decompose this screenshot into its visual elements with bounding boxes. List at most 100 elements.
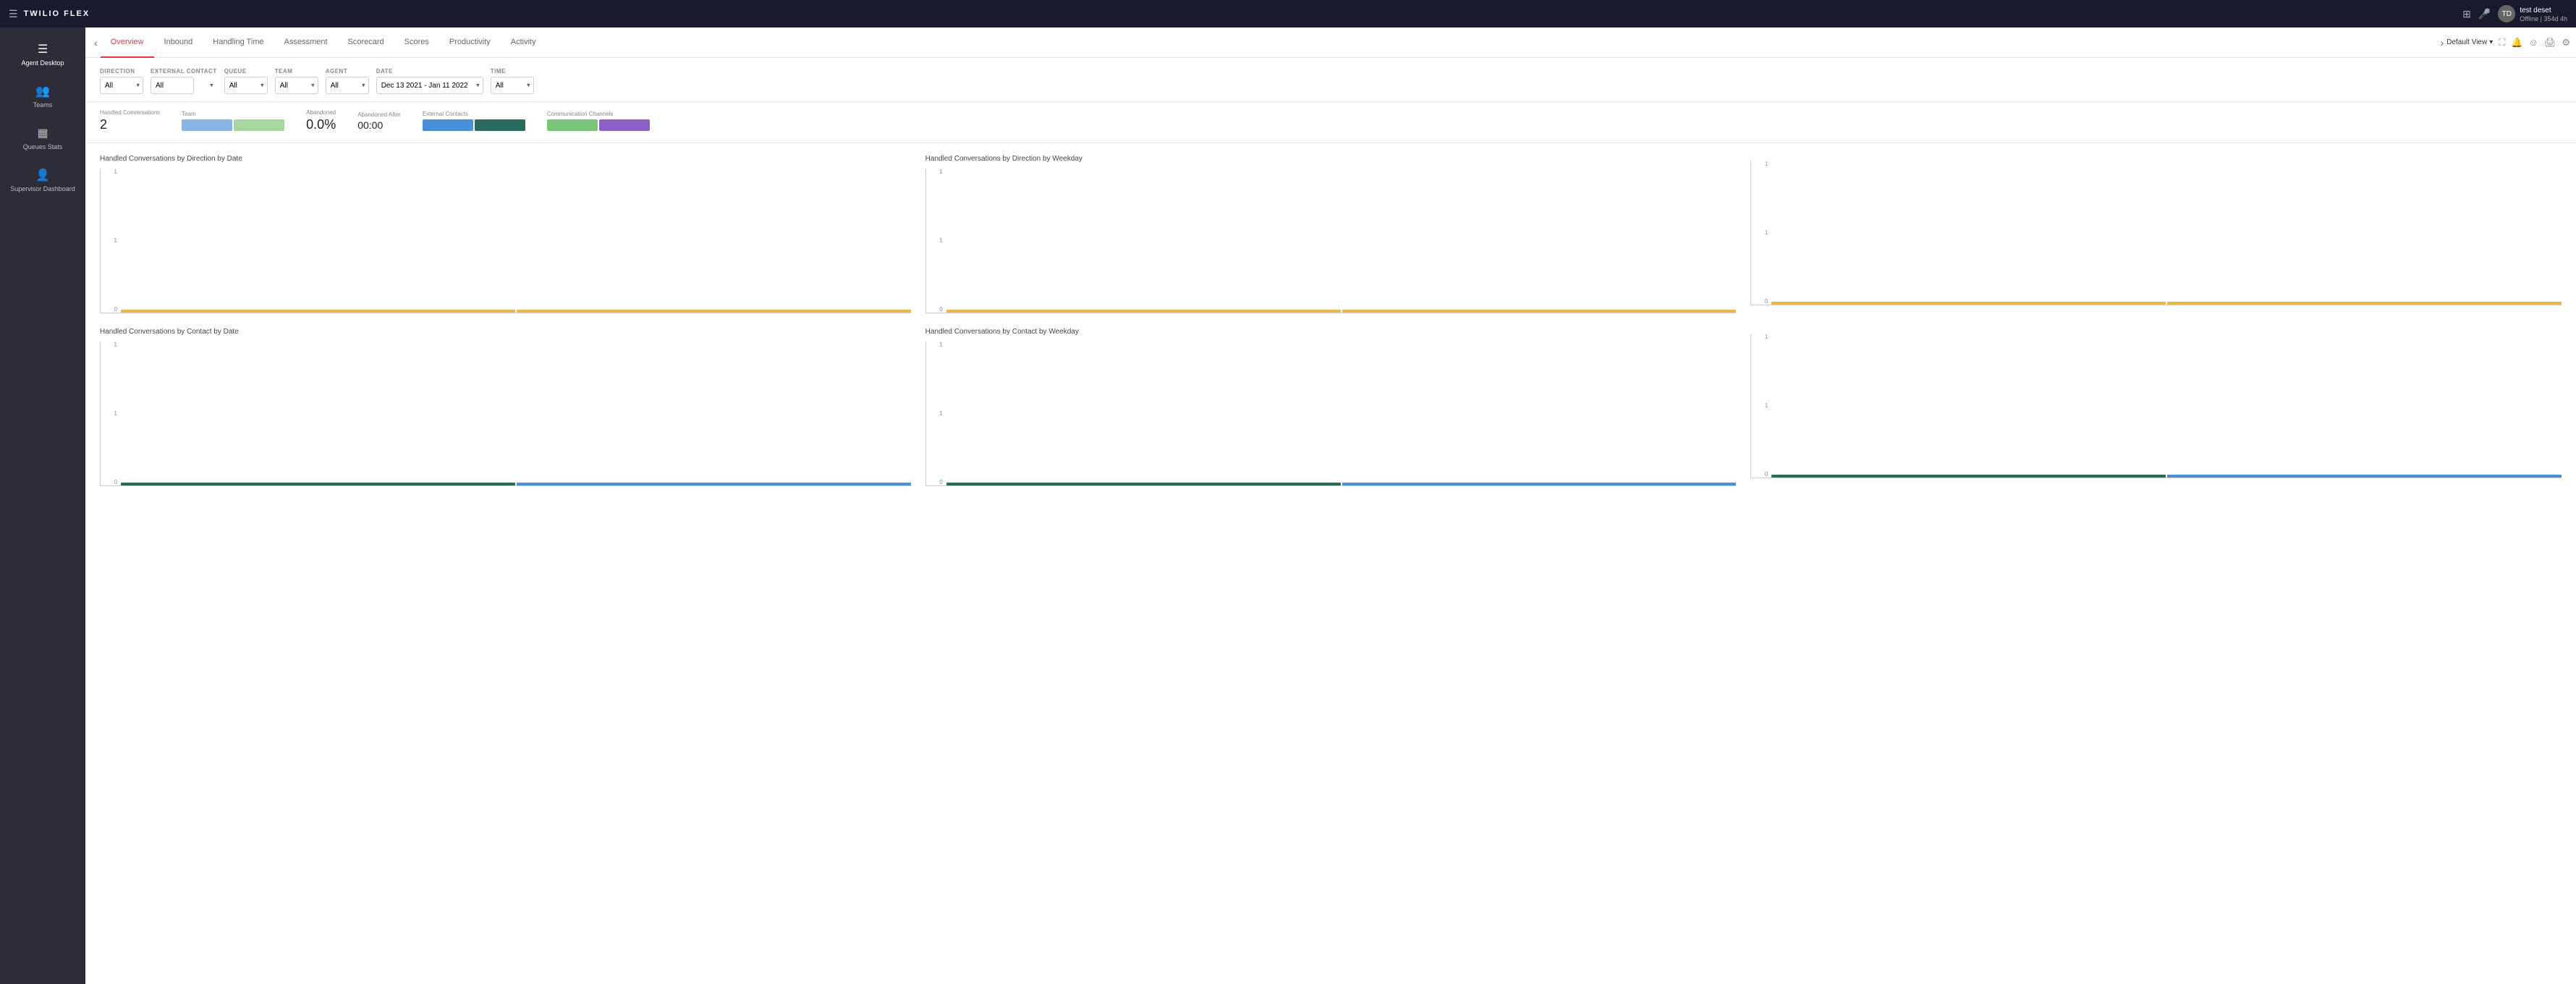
sidebar-label-agent-desktop: Agent Desktop — [21, 59, 64, 67]
sidebar: ☰ Agent Desktop 👥 Teams ▦ Queues Stats 👤… — [0, 27, 85, 984]
bar-yellow-3 — [946, 310, 1341, 313]
sidebar-item-agent-desktop[interactable]: ☰ Agent Desktop — [0, 35, 85, 74]
bar-teal-1 — [121, 483, 515, 485]
agent-select[interactable]: All — [326, 77, 369, 94]
queue-select[interactable]: All — [224, 77, 268, 94]
supervisor-dashboard-icon: 👤 — [35, 168, 50, 182]
external-contact-select[interactable]: All — [151, 77, 194, 94]
chart-y-axis-1: 110 — [101, 169, 119, 313]
user-info: TD test deset Offline | 354d 4h — [2498, 5, 2567, 22]
queue-filter: QUEUE All — [224, 68, 268, 94]
external-contact-label: EXTERNAL CONTACT — [151, 68, 217, 75]
chart-contact-date-title: Handled Conversations by Contact by Date — [100, 328, 911, 336]
settings-icon[interactable]: ⚙ — [2562, 37, 2570, 48]
chart-y-axis-3: 110 — [1751, 161, 1770, 305]
chart-contact-weekday-2: 110 — [1750, 328, 2562, 486]
bar-blue-2 — [1342, 483, 1737, 485]
team-legend-label: Team — [182, 111, 284, 117]
team-legend: Team — [182, 111, 284, 131]
time-filter: TIME All — [491, 68, 534, 94]
external-contact-filter: EXTERNAL CONTACT All — [151, 68, 217, 94]
chart-direction-weekday-inner: 110 — [925, 169, 1737, 313]
communication-channels-bar-2 — [599, 119, 650, 131]
chart-direction-weekday-2: 110 — [1750, 155, 2562, 313]
bell-icon[interactable]: 🔔 — [2511, 37, 2522, 48]
date-select[interactable]: Dec 13 2021 - Jan 11 2022 — [376, 77, 483, 94]
communication-channels-bar-1 — [547, 119, 598, 131]
tabs: Overview Inbound Handling Time Assessmen… — [101, 27, 2438, 58]
print-icon[interactable]: 🖨 — [2544, 37, 2556, 48]
chart-direction-date-title: Handled Conversations by Direction by Da… — [100, 155, 911, 163]
bar-yellow-5 — [1771, 302, 2166, 305]
chart-direction-date-inner: 110 — [100, 169, 911, 313]
communication-channels-legend-label: Communication Channels — [547, 111, 650, 117]
bar-blue-1 — [517, 483, 911, 485]
sidebar-item-teams[interactable]: 👥 Teams — [0, 77, 85, 116]
sidebar-item-supervisor-dashboard[interactable]: 👤 Supervisor Dashboard — [0, 161, 85, 200]
tab-activity[interactable]: Activity — [501, 27, 546, 58]
smiley-icon[interactable]: ☺ — [2529, 37, 2538, 48]
external-contact-select-wrapper: All — [151, 77, 217, 94]
communication-channels-legend: Communication Channels — [547, 111, 650, 131]
external-contacts-bar-1 — [423, 119, 473, 131]
direction-select[interactable]: All — [100, 77, 143, 94]
agent-select-wrapper: All — [326, 77, 369, 94]
tab-next-button[interactable]: › — [2438, 37, 2447, 48]
chart-bars-3 — [1771, 302, 2562, 305]
chart-contact-weekday-title: Handled Conversations by Contact by Week… — [925, 328, 1737, 336]
chart-y-axis-2: 110 — [926, 169, 945, 313]
chart-direction-date: Handled Conversations by Direction by Da… — [100, 155, 911, 313]
tab-prev-button[interactable]: ‹ — [91, 37, 101, 48]
chart-bars-5 — [946, 483, 1737, 485]
date-select-wrapper: Dec 13 2021 - Jan 11 2022 — [376, 77, 483, 94]
tab-handling-time[interactable]: Handling Time — [203, 27, 274, 58]
teams-icon: 👥 — [35, 84, 50, 98]
handled-conversations-label: Handled Conversations — [100, 109, 160, 116]
external-contacts-bar-2 — [475, 119, 525, 131]
tabbar-right: Default View ▾ ⛶ 🔔 ☺ 🖨 ⚙ — [2446, 37, 2570, 48]
menu-icon[interactable]: ☰ — [9, 8, 18, 20]
filters-row: DIRECTION All EXTERNAL CONTACT All QUEUE… — [85, 58, 2576, 102]
tabbar: ‹ Overview Inbound Handling Time Assessm… — [85, 27, 2576, 58]
queue-select-wrapper: All — [224, 77, 268, 94]
sidebar-label-queues-stats: Queues Stats — [23, 143, 63, 150]
chart-y-axis-5: 110 — [926, 342, 945, 485]
chart-direction-weekday: Handled Conversations by Direction by We… — [925, 155, 1737, 313]
team-filter: TEAM All — [275, 68, 318, 94]
chart-bars-2 — [946, 310, 1737, 313]
bar-yellow-6 — [2167, 302, 2562, 305]
date-filter: DATE Dec 13 2021 - Jan 11 2022 — [376, 68, 483, 94]
tab-productivity[interactable]: Productivity — [439, 27, 501, 58]
user-status: Offline | 354d 4h — [2520, 15, 2567, 22]
tab-scorecard[interactable]: Scorecard — [338, 27, 394, 58]
chart-contact-date: Handled Conversations by Contact by Date… — [100, 328, 911, 486]
bar-blue-3 — [2167, 475, 2562, 478]
direction-filter: DIRECTION All — [100, 68, 143, 94]
chart-contact-weekday-2-inner: 110 — [1750, 334, 2562, 478]
share-icon[interactable]: ⛶ — [2499, 37, 2505, 48]
team-select[interactable]: All — [275, 77, 318, 94]
team-legend-bar-2 — [234, 119, 284, 131]
sidebar-item-queues-stats[interactable]: ▦ Queues Stats — [0, 119, 85, 158]
bar-teal-3 — [1771, 475, 2166, 478]
tab-overview[interactable]: Overview — [101, 27, 154, 58]
bar-yellow-4 — [1342, 310, 1737, 313]
abandoned-value: 0.0% — [306, 117, 336, 132]
agent-desktop-icon: ☰ — [38, 42, 48, 56]
summary-row: Handled Conversations 2 Team Abandoned 0… — [85, 102, 2576, 143]
handled-conversations-value: 2 — [100, 117, 160, 132]
chart-contact-date-inner: 110 — [100, 342, 911, 486]
time-select[interactable]: All — [491, 77, 534, 94]
tab-scores[interactable]: Scores — [394, 27, 439, 58]
tab-assessment[interactable]: Assessment — [274, 27, 338, 58]
default-view-label: Default View — [2446, 38, 2487, 46]
external-contacts-legend: External Contacts — [423, 111, 525, 131]
sidebar-label-teams: Teams — [33, 101, 53, 109]
bar-yellow-1 — [121, 310, 515, 313]
grid-icon[interactable]: ⊞ — [2462, 8, 2471, 20]
default-view-button[interactable]: Default View ▾ — [2446, 38, 2493, 46]
agent-label: AGENT — [326, 68, 369, 75]
mic-icon[interactable]: 🎤 — [2478, 8, 2491, 20]
main-content: ‹ Overview Inbound Handling Time Assessm… — [85, 27, 2576, 984]
tab-inbound[interactable]: Inbound — [154, 27, 203, 58]
